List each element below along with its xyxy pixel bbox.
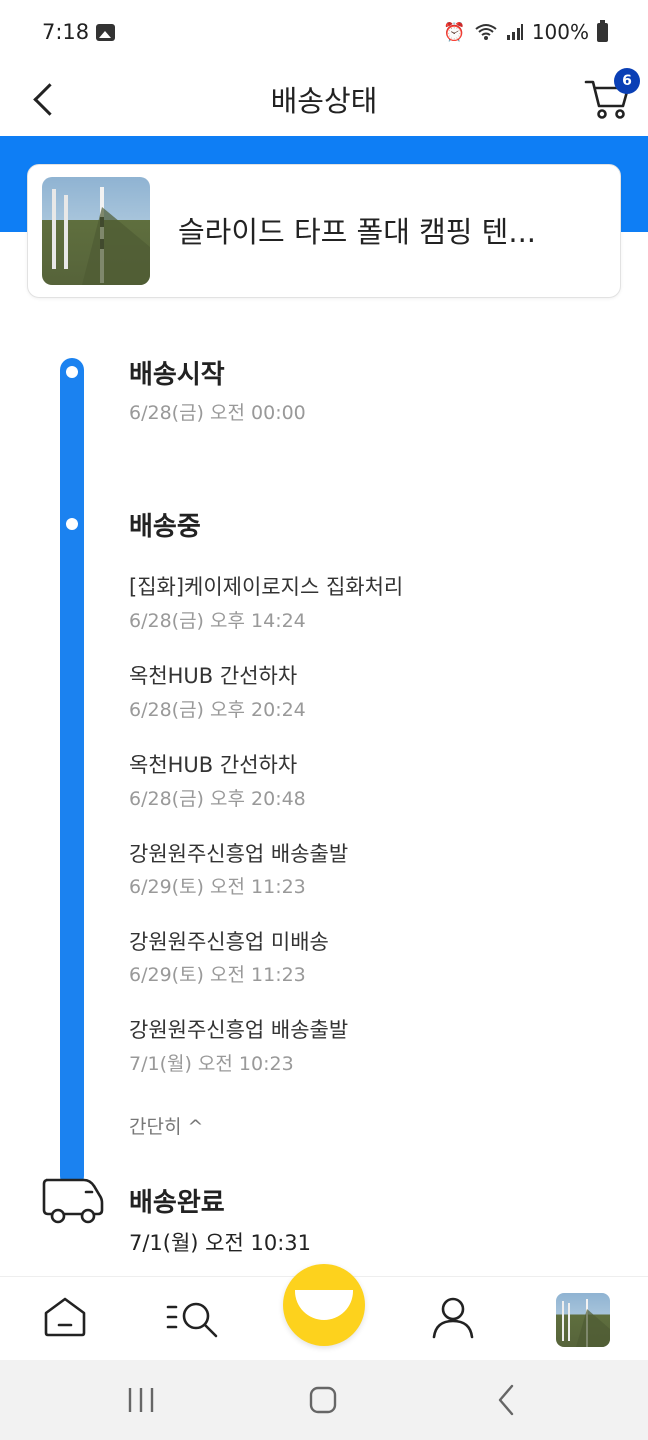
alarm-icon: ⏰ — [443, 21, 466, 43]
search-list-icon — [166, 1302, 218, 1338]
signal-icon — [506, 24, 523, 40]
battery-icon — [597, 19, 608, 42]
product-card[interactable]: 슬라이드 타프 폴대 캠핑 텐... — [27, 164, 621, 298]
section-transit-title: 배송중 — [129, 512, 201, 542]
section-start-time: 6/28(금) 오전 00:00 — [129, 402, 306, 424]
top-header: 배송상태 — [0, 64, 648, 136]
section-complete-time: 7/1(월) 오전 10:31 — [129, 1231, 312, 1255]
event-label: 옥천HUB 간선하차 — [129, 753, 298, 777]
nav-home[interactable] — [36, 1287, 96, 1347]
profile-icon — [432, 1297, 474, 1339]
nav-search-list[interactable] — [162, 1287, 222, 1347]
home-square-icon — [309, 1386, 337, 1414]
status-bar: 7:18 ⏰ 100% — [0, 0, 648, 64]
event-time: 6/28(금) 오후 14:24 — [129, 610, 306, 632]
center-home-button[interactable] — [283, 1264, 365, 1346]
event-time: 6/29(토) 오전 11:23 — [129, 964, 306, 986]
status-right: ⏰ 100% — [443, 19, 608, 44]
timeline-dot-transit — [66, 518, 78, 530]
nav-recent-product[interactable] — [556, 1293, 610, 1347]
event-label: 옥천HUB 간선하차 — [129, 664, 298, 688]
status-time: 7:18 — [42, 20, 90, 44]
collapse-toggle[interactable]: 간단히 ^ — [129, 1112, 203, 1139]
recents-icon — [128, 1388, 154, 1412]
timeline-rail — [60, 358, 84, 1188]
section-complete-title: 배송완료 — [129, 1188, 225, 1218]
recent-apps-button[interactable] — [118, 1380, 164, 1420]
event-label: 강원원주신흥업 배송출발 — [129, 842, 349, 866]
event-label: 강원원주신흥업 배송출발 — [129, 1018, 349, 1042]
truck-icon — [40, 1174, 106, 1226]
event-label: [집화]케이제이로지스 집화처리 — [129, 575, 404, 599]
event-label: 강원원주신흥업 미배송 — [129, 930, 329, 954]
back-chevron-icon — [498, 1384, 514, 1416]
battery-percent: 100% — [531, 20, 589, 44]
event-time: 6/29(토) 오전 11:23 — [129, 876, 306, 898]
timeline-dot-start — [66, 366, 78, 378]
system-nav-bar — [0, 1360, 648, 1440]
home-system-button[interactable] — [300, 1380, 346, 1420]
smile-icon — [295, 1290, 353, 1320]
section-start-title: 배송시작 — [129, 360, 225, 390]
product-thumbnail — [42, 177, 150, 285]
wifi-icon — [475, 24, 497, 40]
back-system-button[interactable] — [484, 1380, 530, 1420]
nav-profile[interactable] — [422, 1287, 482, 1347]
gallery-notification-icon — [96, 24, 115, 41]
event-time: 7/1(월) 오전 10:23 — [129, 1053, 294, 1075]
home-icon — [44, 1297, 86, 1337]
event-time: 6/28(금) 오후 20:24 — [129, 699, 306, 721]
product-name: 슬라이드 타프 폴대 캠핑 텐... — [178, 215, 537, 249]
event-time: 6/28(금) 오후 20:48 — [129, 788, 306, 810]
page-title: 배송상태 — [270, 84, 378, 118]
cart-count-badge: 6 — [614, 68, 640, 94]
